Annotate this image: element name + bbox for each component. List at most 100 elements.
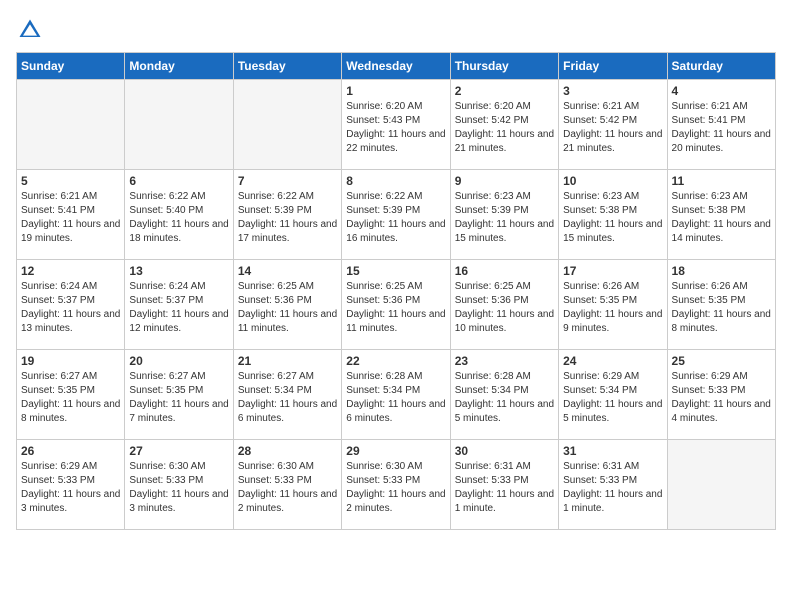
day-cell: 23 Sunrise: 6:28 AMSunset: 5:34 PMDayligh… — [450, 350, 558, 440]
cell-info: Sunrise: 6:20 AMSunset: 5:42 PMDaylight:… — [455, 101, 554, 154]
day-cell: 7Sunrise: 6:22 AMSunset: 5:39 PMDaylight… — [233, 170, 341, 260]
day-cell: 8 Sunrise: 6:22 AMSunset: 5:39 PMDaylight… — [342, 170, 450, 260]
day-cell — [17, 80, 125, 170]
day-cell: 1Sunrise: 6:20 AMSunset: 5:43 PMDaylight… — [342, 80, 450, 170]
day-number: 10 — [563, 174, 662, 188]
day-cell: 30 Sunrise: 6:31 AMSunset: 5:33 PMDayligh… — [450, 440, 558, 530]
day-number: 27 — [129, 444, 228, 458]
day-cell: 20 Sunrise: 6:27 AMSunset: 5:35 PMDayligh… — [125, 350, 233, 440]
day-number: 24 — [563, 354, 662, 368]
day-cell: 22Sunrise: 6:28 AMSunset: 5:34 PMDayligh… — [342, 350, 450, 440]
day-number: 4 — [672, 84, 771, 98]
day-number: 28 — [238, 444, 337, 458]
day-cell: 26 Sunrise: 6:29 AMSunset: 5:33 PMDayligh… — [17, 440, 125, 530]
header-saturday: Saturday — [667, 53, 775, 80]
day-cell — [667, 440, 775, 530]
day-number: 30 — [455, 444, 554, 458]
cell-info: Sunrise: 6:27 AMSunset: 5:35 PMDaylight:… — [21, 371, 120, 424]
cell-info: Sunrise: 6:29 AMSunset: 5:33 PMDaylight:… — [21, 461, 120, 514]
day-number: 18 — [672, 264, 771, 278]
day-number: 15 — [346, 264, 445, 278]
header-thursday: Thursday — [450, 53, 558, 80]
day-number: 19 — [21, 354, 120, 368]
day-number: 7 — [238, 174, 337, 188]
day-number: 8 — [346, 174, 445, 188]
day-number: 2 — [455, 84, 554, 98]
day-cell — [233, 80, 341, 170]
day-cell: 31 Sunrise: 6:31 AMSunset: 5:33 PMDayligh… — [559, 440, 667, 530]
day-number: 21 — [238, 354, 337, 368]
cell-info: Sunrise: 6:24 AMSunset: 5:37 PMDaylight:… — [21, 281, 120, 334]
cell-info: Sunrise: 6:21 AMSunset: 5:41 PMDaylight:… — [21, 191, 120, 244]
day-cell: 3Sunrise: 6:21 AMSunset: 5:42 PMDaylight… — [559, 80, 667, 170]
day-cell: 11 Sunrise: 6:23 AMSunset: 5:38 PMDayligh… — [667, 170, 775, 260]
cell-info: Sunrise: 6:28 AMSunset: 5:34 PMDaylight:… — [455, 371, 554, 424]
cell-info: Sunrise: 6:26 AMSunset: 5:35 PMDaylight:… — [563, 281, 662, 334]
day-number: 17 — [563, 264, 662, 278]
day-number: 26 — [21, 444, 120, 458]
day-number: 5 — [21, 174, 120, 188]
header-sunday: Sunday — [17, 53, 125, 80]
logo-icon — [16, 16, 44, 44]
header-wednesday: Wednesday — [342, 53, 450, 80]
cell-info: Sunrise: 6:28 AMSunset: 5:34 PMDaylight:… — [346, 371, 445, 424]
day-cell: 19 Sunrise: 6:27 AMSunset: 5:35 PMDayligh… — [17, 350, 125, 440]
header-monday: Monday — [125, 53, 233, 80]
day-cell: 13 Sunrise: 6:24 AMSunset: 5:37 PMDayligh… — [125, 260, 233, 350]
day-number: 31 — [563, 444, 662, 458]
cell-info: Sunrise: 6:27 AMSunset: 5:34 PMDaylight:… — [238, 371, 337, 424]
header-tuesday: Tuesday — [233, 53, 341, 80]
day-cell: 6 Sunrise: 6:22 AMSunset: 5:40 PMDaylight… — [125, 170, 233, 260]
header-row: SundayMondayTuesdayWednesdayThursdayFrid… — [17, 53, 776, 80]
day-number: 14 — [238, 264, 337, 278]
day-number: 13 — [129, 264, 228, 278]
day-cell: 17 Sunrise: 6:26 AMSunset: 5:35 PMDayligh… — [559, 260, 667, 350]
cell-info: Sunrise: 6:25 AMSunset: 5:36 PMDaylight:… — [238, 281, 337, 334]
day-number: 3 — [563, 84, 662, 98]
cell-info: Sunrise: 6:30 AMSunset: 5:33 PMDaylight:… — [346, 461, 445, 514]
cell-info: Sunrise: 6:31 AMSunset: 5:33 PMDaylight:… — [455, 461, 554, 514]
day-cell: 28Sunrise: 6:30 AMSunset: 5:33 PMDayligh… — [233, 440, 341, 530]
cell-info: Sunrise: 6:25 AMSunset: 5:36 PMDaylight:… — [455, 281, 554, 334]
day-cell: 12 Sunrise: 6:24 AMSunset: 5:37 PMDayligh… — [17, 260, 125, 350]
day-number: 20 — [129, 354, 228, 368]
day-cell: 14 Sunrise: 6:25 AMSunset: 5:36 PMDayligh… — [233, 260, 341, 350]
day-number: 6 — [129, 174, 228, 188]
cell-info: Sunrise: 6:27 AMSunset: 5:35 PMDaylight:… — [129, 371, 228, 424]
day-number: 11 — [672, 174, 771, 188]
week-row-2: 5 Sunrise: 6:21 AMSunset: 5:41 PMDaylight… — [17, 170, 776, 260]
day-number: 23 — [455, 354, 554, 368]
day-number: 9 — [455, 174, 554, 188]
day-cell — [125, 80, 233, 170]
cell-info: Sunrise: 6:22 AMSunset: 5:39 PMDaylight:… — [346, 191, 445, 244]
day-cell: 21 Sunrise: 6:27 AMSunset: 5:34 PMDayligh… — [233, 350, 341, 440]
cell-info: Sunrise: 6:21 AMSunset: 5:41 PMDaylight:… — [672, 101, 771, 154]
cell-info: Sunrise: 6:29 AMSunset: 5:34 PMDaylight:… — [563, 371, 662, 424]
day-number: 1 — [346, 84, 445, 98]
cell-info: Sunrise: 6:30 AMSunset: 5:33 PMDaylight:… — [129, 461, 228, 514]
day-number: 29 — [346, 444, 445, 458]
day-cell: 29 Sunrise: 6:30 AMSunset: 5:33 PMDayligh… — [342, 440, 450, 530]
cell-info: Sunrise: 6:25 AMSunset: 5:36 PMDaylight:… — [346, 281, 445, 334]
day-cell: 9 Sunrise: 6:23 AMSunset: 5:39 PMDaylight… — [450, 170, 558, 260]
page-header — [16, 16, 776, 44]
day-number: 16 — [455, 264, 554, 278]
day-cell: 15 Sunrise: 6:25 AMSunset: 5:36 PMDayligh… — [342, 260, 450, 350]
calendar-table: SundayMondayTuesdayWednesdayThursdayFrid… — [16, 52, 776, 530]
cell-info: Sunrise: 6:22 AMSunset: 5:40 PMDaylight:… — [129, 191, 228, 244]
logo — [16, 16, 48, 44]
day-cell: 18 Sunrise: 6:26 AMSunset: 5:35 PMDayligh… — [667, 260, 775, 350]
day-cell: 2 Sunrise: 6:20 AMSunset: 5:42 PMDaylight… — [450, 80, 558, 170]
day-cell: 16 Sunrise: 6:25 AMSunset: 5:36 PMDayligh… — [450, 260, 558, 350]
week-row-4: 19 Sunrise: 6:27 AMSunset: 5:35 PMDayligh… — [17, 350, 776, 440]
header-friday: Friday — [559, 53, 667, 80]
day-number: 25 — [672, 354, 771, 368]
day-number: 12 — [21, 264, 120, 278]
day-cell: 4 Sunrise: 6:21 AMSunset: 5:41 PMDaylight… — [667, 80, 775, 170]
week-row-3: 12 Sunrise: 6:24 AMSunset: 5:37 PMDayligh… — [17, 260, 776, 350]
cell-info: Sunrise: 6:23 AMSunset: 5:39 PMDaylight:… — [455, 191, 554, 244]
cell-info: Sunrise: 6:26 AMSunset: 5:35 PMDaylight:… — [672, 281, 771, 334]
cell-info: Sunrise: 6:24 AMSunset: 5:37 PMDaylight:… — [129, 281, 228, 334]
cell-info: Sunrise: 6:31 AMSunset: 5:33 PMDaylight:… — [563, 461, 662, 514]
cell-info: Sunrise: 6:23 AMSunset: 5:38 PMDaylight:… — [672, 191, 771, 244]
